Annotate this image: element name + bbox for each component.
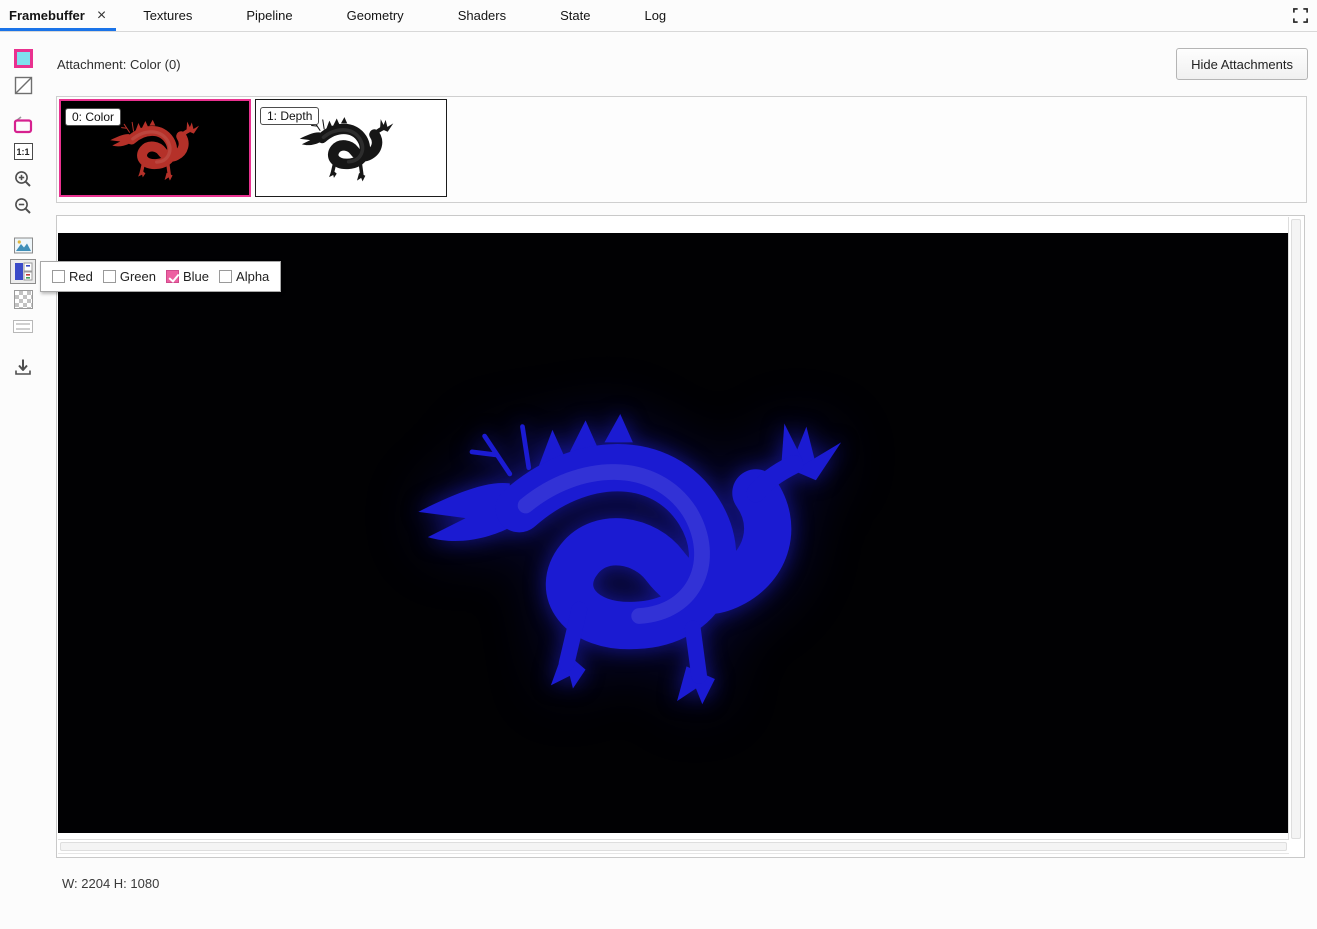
one-to-one-label: 1:1	[14, 143, 33, 160]
tab-geometry-label: Geometry	[347, 8, 404, 23]
vertical-scrollbar[interactable]	[1288, 217, 1303, 841]
tab-textures[interactable]: Textures	[116, 0, 219, 31]
horizontal-scrollbar-thumb[interactable]	[60, 842, 1287, 851]
attachments-strip: 0: Color 1: Depth	[56, 96, 1307, 203]
channel-red-label: Red	[69, 269, 93, 284]
framebuffer-viewport	[56, 215, 1305, 858]
checkbox-icon[interactable]	[52, 270, 65, 283]
tab-pipeline[interactable]: Pipeline	[219, 0, 319, 31]
checkbox-icon[interactable]	[166, 270, 179, 283]
framebuffer-debugger-window: { "colors": { "accent_blue": "#1a73e8", …	[0, 0, 1317, 929]
attachment-thumbnail-color[interactable]: 0: Color	[59, 99, 251, 197]
tab-state-label: State	[560, 8, 590, 23]
attachment-thumbnail-depth[interactable]: 1: Depth	[255, 99, 447, 197]
channel-red-checkbox[interactable]: Red	[52, 269, 93, 284]
range-rows-pattern	[13, 320, 33, 333]
channel-blue-checkbox[interactable]: Blue	[166, 269, 209, 284]
tab-textures-label: Textures	[143, 8, 192, 23]
attachment-thumbnail-label: 1: Depth	[260, 107, 319, 125]
attachment-thumbnail-label: 0: Color	[65, 108, 121, 126]
display-image-icon[interactable]	[10, 233, 36, 258]
zoom-in-icon[interactable]	[10, 166, 36, 191]
framebuffer-canvas[interactable]	[58, 233, 1289, 833]
attachment-header-label: Attachment: Color (0)	[57, 57, 181, 72]
zoom-out-icon[interactable]	[10, 193, 36, 218]
tab-log[interactable]: Log	[617, 0, 693, 31]
horizontal-scrollbar[interactable]	[58, 839, 1289, 854]
tab-geometry[interactable]: Geometry	[320, 0, 431, 31]
display-range-icon[interactable]	[10, 314, 36, 339]
channel-blue-label: Blue	[183, 269, 209, 284]
flip-image-icon[interactable]	[10, 112, 36, 137]
background-color-swatch-icon[interactable]	[10, 46, 36, 71]
channel-alpha-label: Alpha	[236, 269, 269, 284]
checkbox-icon[interactable]	[103, 270, 116, 283]
display-channels-icon[interactable]	[10, 259, 36, 284]
checkbox-icon[interactable]	[219, 270, 232, 283]
channel-toggle-panel: Red Green Blue Alpha	[40, 261, 281, 292]
tab-shaders[interactable]: Shaders	[431, 0, 533, 31]
dragon-render	[393, 373, 898, 739]
channel-green-checkbox[interactable]: Green	[103, 269, 156, 284]
tab-shaders-label: Shaders	[458, 8, 506, 23]
dimensions-status: W: 2204 H: 1080	[62, 876, 159, 891]
background-none-diagonal-icon[interactable]	[10, 73, 36, 98]
display-alpha-checkerboard-icon[interactable]	[10, 287, 36, 312]
tab-log-label: Log	[644, 8, 666, 23]
close-icon[interactable]: ×	[97, 8, 106, 24]
save-image-icon[interactable]	[10, 354, 36, 379]
tab-pipeline-label: Pipeline	[246, 8, 292, 23]
tabbar-spacer	[693, 0, 1284, 31]
channel-green-label: Green	[120, 269, 156, 284]
channel-alpha-checkbox[interactable]: Alpha	[219, 269, 269, 284]
checkerboard-pattern	[14, 290, 33, 309]
hide-attachments-button[interactable]: Hide Attachments	[1176, 48, 1308, 80]
tab-state[interactable]: State	[533, 0, 617, 31]
zoom-one-to-one-icon[interactable]: 1:1	[10, 139, 36, 164]
vertical-scrollbar-thumb[interactable]	[1291, 219, 1301, 839]
tab-framebuffer-label: Framebuffer	[9, 8, 85, 23]
tab-bar: Framebuffer × Textures Pipeline Geometry…	[0, 0, 1317, 32]
tab-framebuffer[interactable]: Framebuffer ×	[0, 0, 116, 31]
fullscreen-icon[interactable]	[1284, 0, 1317, 31]
